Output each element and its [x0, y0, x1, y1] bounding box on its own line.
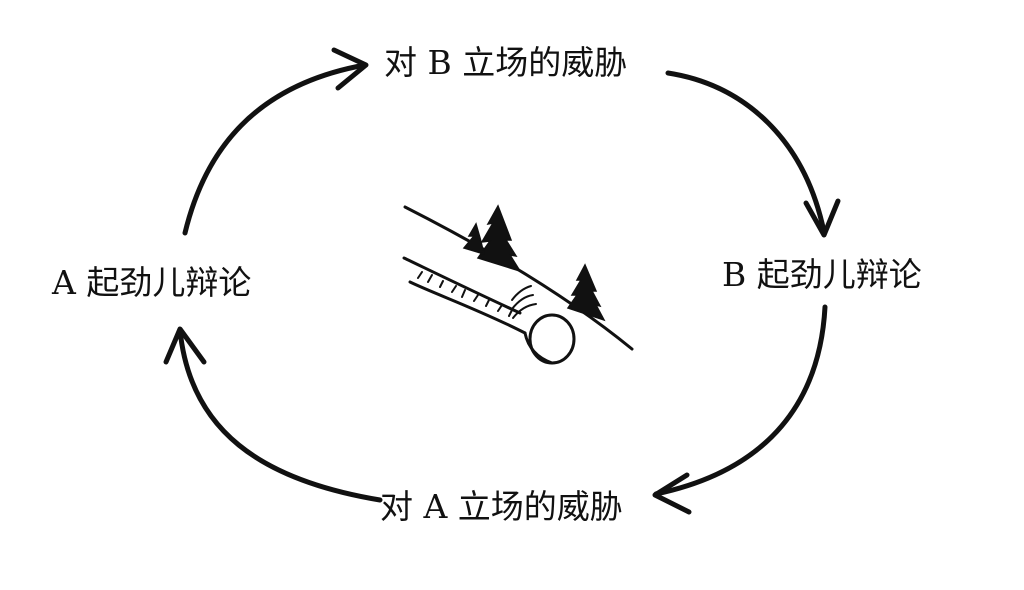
snow-texture: [417, 271, 513, 317]
arrow-top-to-right: [665, 70, 841, 238]
node-threat-to-a: 对 A 立场的威胁: [380, 487, 623, 526]
tree-icon: [566, 263, 606, 322]
node-b-argues: B 起劲儿辩论: [722, 255, 922, 294]
node-a-argues: A 起劲儿辩论: [52, 263, 252, 302]
motion-lines: [511, 285, 537, 319]
hill-slope-line: [403, 205, 634, 351]
snowball-illustration: [402, 204, 634, 365]
tree-icon: [476, 204, 522, 273]
arrow-left-to-top: [182, 47, 369, 236]
feedback-loop-diagram: 对 B 立场的威胁 B 起劲儿辩论 对 A 立场的威胁 A 起劲儿辩论: [0, 0, 1024, 590]
arrow-bottom-to-left: [163, 326, 383, 503]
node-threat-to-b: 对 B 立场的威胁: [384, 43, 628, 82]
arrow-right-to-bottom: [652, 304, 828, 515]
